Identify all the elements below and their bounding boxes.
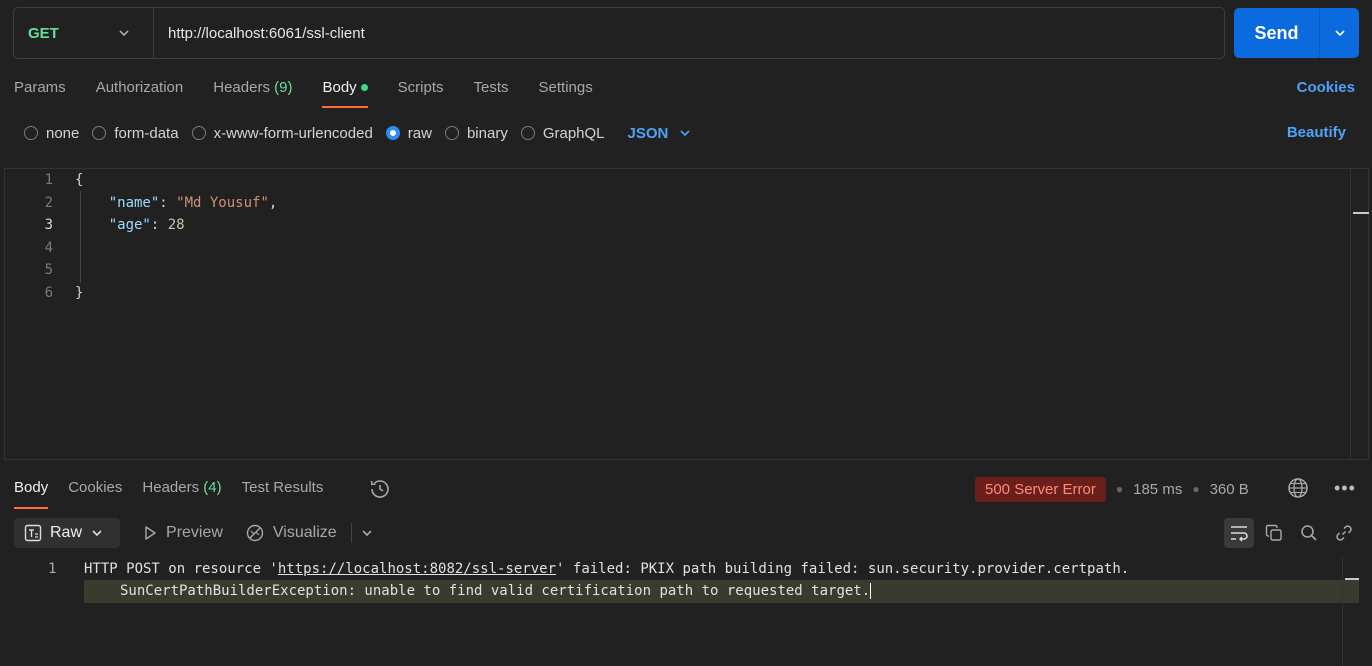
chevron-down-icon (680, 130, 690, 137)
response-tab-headers[interactable]: Headers (4) (142, 475, 221, 509)
scroll-marker (1353, 212, 1369, 214)
response-link[interactable]: https://localhost:8082/ssl-server (278, 561, 556, 577)
tab-scripts[interactable]: Scripts (398, 74, 444, 108)
radio-binary[interactable]: binary (444, 125, 508, 142)
response-tab-cookies[interactable]: Cookies (68, 475, 122, 509)
chevron-down-icon (92, 530, 102, 537)
response-headers-count: (4) (203, 479, 222, 496)
url-bar: GET http://localhost:6061/ssl-client (13, 7, 1225, 59)
response-tabs: Body Cookies Headers (4) Test Results (14, 475, 343, 509)
radio-x-www-form-urlencoded[interactable]: x-www-form-urlencoded (191, 125, 373, 142)
radio-form-data[interactable]: form-data (92, 125, 179, 142)
chevron-down-icon (1334, 30, 1345, 37)
globe-icon[interactable] (1287, 477, 1309, 499)
view-mode-select[interactable]: Raw (14, 518, 121, 548)
line-number: 2 (44, 194, 53, 211)
wrap-lines-button[interactable] (1224, 518, 1254, 548)
radio-circle-icon (444, 126, 459, 140)
text-format-icon (24, 524, 42, 542)
send-button-group: Send (1234, 8, 1359, 58)
tab-params[interactable]: Params (14, 74, 66, 108)
headers-count: (9) (274, 79, 293, 96)
response-tab-body[interactable]: Body (14, 475, 49, 509)
line-number: 1 (48, 561, 57, 577)
line-number: 1 (44, 172, 53, 188)
response-text-line: HTTP POST on resource 'https://localhost… (84, 561, 1130, 577)
radio-circle-icon (92, 126, 107, 140)
tab-settings[interactable]: Settings (539, 74, 593, 108)
wrap-lines-icon (1231, 526, 1248, 542)
radio-graphql[interactable]: GraphQL (520, 125, 605, 142)
code-line: "name": "Md Yousuf", (108, 194, 278, 211)
text-cursor (870, 583, 872, 599)
line-number: 6 (44, 284, 53, 301)
scroll-marker (1345, 578, 1359, 580)
copy-button[interactable] (1259, 518, 1289, 548)
modified-dot-icon (360, 83, 368, 91)
line-number: 4 (44, 239, 53, 256)
tab-authorization[interactable]: Authorization (96, 74, 184, 108)
search-button[interactable] (1294, 518, 1324, 548)
tab-body[interactable]: Body (322, 74, 368, 108)
response-view-bar: Raw Preview Visualize (14, 518, 374, 548)
response-tab-test-results[interactable]: Test Results (242, 475, 324, 509)
tab-headers[interactable]: Headers (9) (213, 74, 292, 108)
response-text-line-highlighted: SunCertPathBuilderException: unable to f… (84, 580, 1359, 603)
response-scrollbar[interactable] (1342, 558, 1360, 666)
request-tabs: Params Authorization Headers (9) Body Sc… (14, 74, 623, 108)
beautify-button[interactable]: Beautify (1287, 124, 1346, 141)
response-time[interactable]: 185 ms (1133, 481, 1182, 498)
code-line: } (75, 284, 84, 301)
request-body-editor[interactable]: 1 2 3 4 5 6 { "name": "Md Yousuf", "age"… (4, 168, 1369, 460)
chevron-down-icon (119, 30, 129, 37)
radio-none[interactable]: none (24, 125, 79, 142)
link-icon (1336, 525, 1352, 541)
copy-icon (1265, 524, 1282, 541)
chevron-down-icon[interactable] (360, 526, 374, 540)
play-icon (145, 526, 156, 540)
cookies-link[interactable]: Cookies (1297, 79, 1355, 96)
response-meta: 500 Server Error ● 185 ms ● 360 B (975, 476, 1249, 502)
separator-dot: ● (1115, 482, 1124, 496)
method-select[interactable]: GET (14, 8, 154, 58)
code-line: "age": 28 (108, 217, 185, 234)
response-body[interactable]: 1 HTTP POST on resource 'https://localho… (0, 558, 1372, 666)
separator-dot: ● (1192, 482, 1200, 496)
visualize-button[interactable]: Visualize (245, 523, 337, 543)
more-options-icon[interactable]: ••• (1334, 478, 1356, 499)
divider (350, 523, 352, 543)
line-number-gutter: 1 2 3 4 5 6 (5, 169, 57, 305)
json-number-value: 28 (167, 217, 185, 234)
format-select[interactable]: JSON (628, 125, 693, 142)
tab-tests[interactable]: Tests (474, 74, 509, 108)
method-label: GET (28, 24, 59, 42)
code-area[interactable]: { "name": "Md Yousuf", "age": 28 } (75, 169, 277, 305)
body-type-selector: none form-data x-www-form-urlencoded raw… (24, 122, 692, 144)
json-string-value: "Md Yousuf" (176, 194, 269, 211)
response-size[interactable]: 360 B (1210, 481, 1249, 498)
radio-circle-icon (191, 126, 206, 140)
editor-scrollbar[interactable] (1350, 169, 1369, 459)
radio-circle-icon (520, 126, 535, 140)
radio-circle-icon (24, 126, 38, 140)
visualize-icon (246, 524, 264, 542)
json-key: "name" (108, 194, 160, 211)
json-key: "age" (108, 217, 151, 234)
code-line: { (75, 172, 84, 188)
send-options-button[interactable] (1319, 8, 1359, 58)
url-input[interactable]: http://localhost:6061/ssl-client (154, 25, 365, 42)
line-number: 5 (44, 262, 53, 279)
preview-button[interactable]: Preview (142, 524, 223, 542)
send-button[interactable]: Send (1234, 8, 1319, 58)
search-icon (1301, 525, 1317, 541)
line-number: 3 (44, 217, 53, 234)
radio-raw[interactable]: raw (385, 125, 432, 142)
link-button[interactable] (1329, 518, 1359, 548)
status-badge[interactable]: 500 Server Error (975, 476, 1106, 502)
radio-selected-icon (385, 126, 400, 140)
history-icon[interactable] (368, 477, 392, 501)
response-actions (1224, 518, 1359, 548)
